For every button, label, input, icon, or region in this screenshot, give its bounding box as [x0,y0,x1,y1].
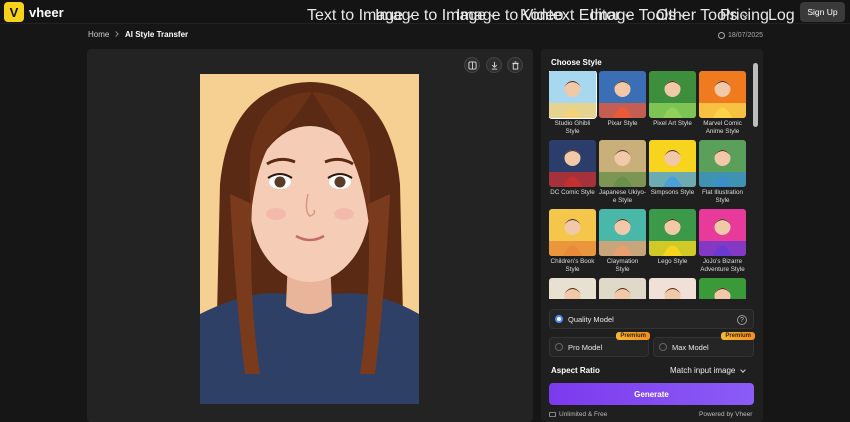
brand-logo[interactable]: V vheer [4,2,64,22]
delete-button[interactable] [507,57,523,73]
style-label: Japanese Ukiyo-e Style [599,189,646,204]
style-label: Flat Illustration Style [702,189,743,204]
style-thumbnail [549,209,596,256]
breadcrumb-home[interactable]: Home [88,30,109,39]
date-stamp: 18/07/2025 [718,32,763,39]
style-label: Lego Style [657,258,688,265]
result-image [200,74,419,404]
infinity-icon [549,411,556,418]
trash-icon [511,60,519,70]
aspect-ratio-label: Aspect Ratio [551,366,600,375]
style-thumbnail [649,71,696,118]
choose-style-title: Choose Style [551,58,602,67]
style-label: Pixar Style [607,120,638,127]
generate-button[interactable]: Generate [549,383,754,405]
powered-by: Powered by Vheer [699,411,753,418]
style-card[interactable]: Lego Style [649,209,696,266]
compare-icon [467,60,477,70]
style-label: Simpsons Style [650,189,695,196]
style-label: Claymation Style [606,258,639,273]
style-card[interactable]: Studio Ghibli Style [549,71,597,136]
chevron-down-icon [740,366,747,373]
brand-name: vheer [29,4,64,20]
style-label: Children's Book Style [550,258,595,273]
style-thumbnail [649,140,696,187]
style-thumbnail [599,140,646,187]
style-label: Pixel Art Style [653,120,692,127]
style-card[interactable] [599,278,646,299]
style-card[interactable]: Children's Book Style [549,209,596,274]
quality-model-label: Quality Model [568,314,614,324]
radio-icon [555,343,563,351]
radio-icon [659,343,667,351]
scrollbar-thumb[interactable] [753,63,758,127]
clock-icon [718,32,725,39]
breadcrumb-separator-icon [113,31,119,37]
style-thumbnail [699,140,746,187]
style-label: JoJo's Bizarre Adventure Style [700,258,745,273]
style-card[interactable] [649,278,696,299]
radio-selected-icon [555,315,563,323]
unlimited-note: Unlimited & Free [549,411,607,418]
download-button[interactable] [486,57,502,73]
style-card[interactable]: Japanese Ukiyo-e Style [599,140,646,205]
logo-mark-icon: V [4,2,24,22]
style-thumbnail [699,71,746,118]
nav-pricing[interactable]: Pricing [720,7,769,25]
style-thumbnail [699,278,746,299]
max-model-option[interactable]: Max Model Premium [653,332,755,357]
style-card[interactable] [699,278,746,299]
max-model-label: Max Model [672,342,709,352]
style-label: Studio Ghibli Style [554,120,591,135]
nav-label: Pricing [720,7,769,24]
style-grid: Studio Ghibli Style Pixar Style Pixel Art … [549,71,749,299]
date-text: 18/07/2025 [728,32,764,39]
style-thumbnail [649,209,696,256]
download-icon [491,61,497,70]
style-panel: Choose Style Studio Ghibli Style Pixar St… [541,49,763,422]
style-thumbnail [549,71,597,119]
style-scrollbar[interactable] [752,59,759,299]
style-card[interactable]: DC Comic Style [549,140,596,197]
pro-model-option[interactable]: Pro Model Premium [549,332,650,357]
unlimited-text: Unlimited & Free [559,411,608,418]
page-title: AI Style Transfer [125,30,189,39]
style-thumbnail [649,278,696,299]
aspect-ratio-select[interactable]: Match input image [670,366,747,375]
top-nav: V vheer Text to Image Image to Image Ima… [0,0,850,24]
style-thumbnail [599,278,646,299]
style-card[interactable]: Pixar Style [599,71,646,128]
style-card[interactable]: Simpsons Style [649,140,696,197]
style-label: DC Comic Style [550,189,595,196]
quality-model-option[interactable]: Quality Model ? [549,309,754,329]
premium-badge: Premium [616,332,650,340]
style-label: Marvel Comic Anime Style [703,120,742,135]
style-card[interactable]: Marvel Comic Anime Style [699,71,746,136]
aspect-ratio-value: Match input image [670,366,736,375]
style-card[interactable]: Pixel Art Style [649,71,696,128]
style-thumbnail [599,209,646,256]
style-thumbnail [549,140,596,187]
help-icon[interactable]: ? [737,315,747,325]
premium-badge: Premium [721,332,755,340]
style-card[interactable]: Claymation Style [599,209,646,274]
style-card[interactable]: Flat Illustration Style [699,140,746,205]
pro-model-label: Pro Model [568,342,603,352]
style-thumbnail [599,71,646,118]
compare-button[interactable] [464,57,480,73]
preview-panel [87,49,533,422]
signup-button[interactable]: Sign Up [800,2,845,22]
style-thumbnail [549,278,596,299]
style-card[interactable] [549,278,596,299]
style-thumbnail [699,209,746,256]
style-card[interactable]: JoJo's Bizarre Adventure Style [699,209,746,274]
